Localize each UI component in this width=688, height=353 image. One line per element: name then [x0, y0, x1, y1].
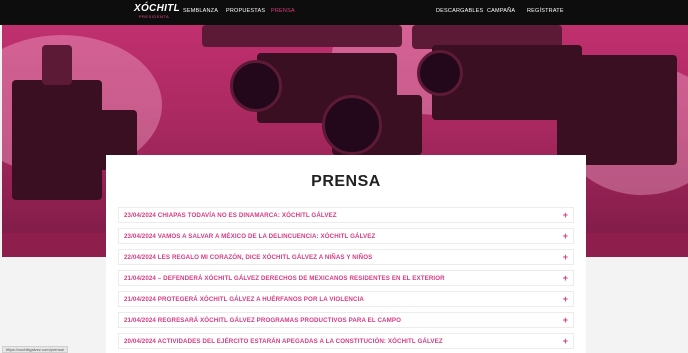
- nav-item-descargables[interactable]: DESCARGABLES: [436, 8, 483, 14]
- nav-item-propuestas[interactable]: PROPUESTAS: [226, 8, 265, 14]
- nav-item-campana[interactable]: CAMPAÑA: [487, 8, 515, 14]
- logo-text: XÓCHITL: [134, 3, 180, 14]
- press-item-title: 23/04/2024 CHIAPAS TODAVÍA NO ES DINAMAR…: [124, 212, 337, 219]
- nav-item-prensa[interactable]: PRENSA: [271, 8, 295, 14]
- press-item-title: 21/04/2024 PROTEGERÁ XÓCHITL GÁLVEZ A HU…: [124, 296, 364, 303]
- plus-icon[interactable]: +: [563, 294, 568, 304]
- page-title: PRENSA: [311, 173, 381, 190]
- press-item[interactable]: 23/04/2024 CHIAPAS TODAVÍA NO ES DINAMAR…: [118, 207, 574, 223]
- nav-item-registrate[interactable]: REGÍSTRATE: [527, 8, 564, 14]
- press-item[interactable]: 21/04/2024 – DEFENDERÁ XÓCHITL GÁLVEZ DE…: [118, 270, 574, 286]
- press-item[interactable]: 23/04/2024 VAMOS A SALVAR A MÉXICO DE LA…: [118, 228, 574, 244]
- press-item-title: 22/04/2024 LES REGALO MI CORAZÓN, DICE X…: [124, 254, 373, 261]
- nav-item-semblanza[interactable]: SEMBLANZA: [183, 8, 218, 14]
- plus-icon[interactable]: +: [563, 252, 568, 262]
- press-item-title: 20/04/2024 ACTIVIDADES DEL EJÉRCITO ESTA…: [124, 338, 443, 345]
- plus-icon[interactable]: +: [563, 210, 568, 220]
- plus-icon[interactable]: +: [563, 315, 568, 325]
- press-item[interactable]: 20/04/2024 ACTIVIDADES DEL EJÉRCITO ESTA…: [118, 333, 574, 349]
- status-url: https://xochitlgalvez.com/prensa/: [2, 346, 69, 353]
- plus-icon[interactable]: +: [563, 336, 568, 346]
- press-card: PRENSA 23/04/2024 CHIAPAS TODAVÍA NO ES …: [106, 155, 586, 353]
- press-item-title: 21/04/2024 REGRESARÁ XÓCHITL GÁLVEZ PROG…: [124, 317, 401, 324]
- top-nav: XÓCHITL PRESIDENTA SEMBLANZA PROPUESTAS …: [0, 0, 688, 25]
- press-item[interactable]: 21/04/2024 REGRESARÁ XÓCHITL GÁLVEZ PROG…: [118, 312, 574, 328]
- plus-icon[interactable]: +: [563, 273, 568, 283]
- press-item[interactable]: 22/04/2024 LES REGALO MI CORAZÓN, DICE X…: [118, 249, 574, 265]
- logo[interactable]: XÓCHITL PRESIDENTA: [134, 3, 180, 21]
- press-item-title: 23/04/2024 VAMOS A SALVAR A MÉXICO DE LA…: [124, 233, 376, 240]
- press-item[interactable]: 21/04/2024 PROTEGERÁ XÓCHITL GÁLVEZ A HU…: [118, 291, 574, 307]
- plus-icon[interactable]: +: [563, 231, 568, 241]
- press-item-title: 21/04/2024 – DEFENDERÁ XÓCHITL GÁLVEZ DE…: [124, 275, 445, 282]
- logo-subtext: PRESIDENTA: [138, 14, 170, 19]
